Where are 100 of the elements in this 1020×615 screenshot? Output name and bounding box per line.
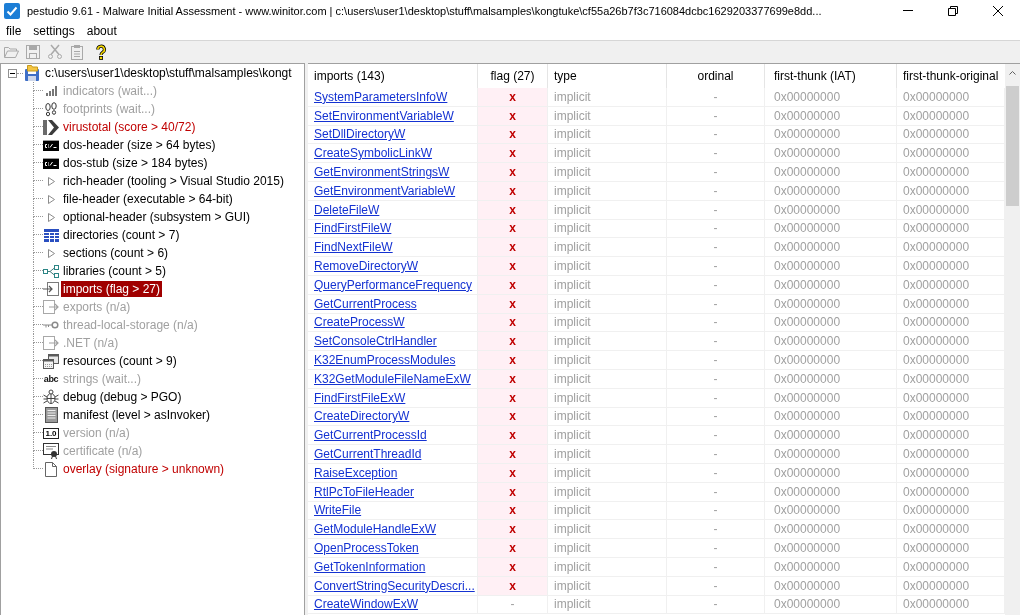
table-cell: - [667,294,765,314]
table-cell: 0x00000000 [765,482,897,502]
table-cell: implicit [548,369,667,389]
flag-cell: x [478,238,548,258]
table-cell: implicit [548,445,667,464]
table-cell: - [667,539,765,558]
function-link[interactable]: OpenProcessToken [314,541,419,555]
function-link[interactable]: GetTokenInformation [314,559,426,574]
function-link[interactable]: SystemParametersInfoW [314,89,448,104]
function-link[interactable]: WriteFile [314,503,362,518]
function-link[interactable]: GetModuleHandleExW [314,522,437,537]
menu-item[interactable]: about [80,22,123,39]
menu-item[interactable]: file [0,22,28,39]
flag-cell: x [478,163,548,182]
function-link[interactable]: K32EnumProcessModules [314,353,456,368]
chevron-up-icon [1009,70,1016,75]
document-icon [44,407,58,423]
app-icon [4,2,20,19]
table-cell: 0x00000000 [765,106,897,126]
function-link[interactable]: SetDllDirectoryW [314,127,406,142]
table-cell: 0x00000000 [765,294,897,314]
table-cell: 0x00000000 [765,163,897,182]
table-cell: - [667,332,765,352]
tree-item[interactable]: virustotal (score > 40/72) [61,119,198,135]
table-cell: - [667,445,765,464]
function-link[interactable]: FindFirstFileW [314,221,392,236]
table-cell: implicit [548,332,667,352]
tree-item[interactable]: sections (count > 6) [61,245,171,261]
tree-item[interactable]: c:\users\user1\desktop\stuff\malsamples\kongt [43,65,294,81]
tree-item[interactable]: rich-header (tooling > Visual Studio 2015) [61,173,286,189]
table-cell: - [667,182,765,201]
table-cell: - [667,369,765,389]
table-cell: - [667,557,765,577]
function-link[interactable]: QueryPerformanceFrequency [314,277,473,292]
function-link[interactable]: FindNextFileW [314,240,393,255]
function-link[interactable]: GetEnvironmentStringsW [314,165,450,180]
table-cell: 0x00000000 [765,219,897,239]
triangle-icon [47,248,55,258]
function-link[interactable]: CreateWindowExW [314,597,419,612]
expander-toggle[interactable] [8,68,17,78]
function-link[interactable]: K32GetModuleFileNameExW [314,371,471,386]
table-cell: implicit [548,501,667,521]
tree-item[interactable]: file-header (executable > 64-bit) [61,191,235,207]
function-link[interactable]: GetCurrentProcessId [314,428,427,443]
table-cell: - [667,501,765,521]
tree-item[interactable]: directories (count > 7) [61,227,182,243]
column-header[interactable]: type [548,64,667,88]
table-cell: implicit [548,539,667,558]
scrollbar-thumb[interactable] [1006,86,1019,206]
function-link[interactable]: FindFirstFileExW [314,390,406,405]
table-cell: - [667,351,765,370]
tree-item[interactable]: debug (debug > PGO) [61,389,184,405]
table-cell: - [667,88,765,107]
help-icon[interactable] [93,44,109,60]
table-cell: - [667,200,765,220]
function-link[interactable]: CreateDirectoryW [314,409,410,424]
function-link[interactable]: RaiseException [314,465,398,480]
function-link[interactable]: ConvertStringSecurityDescri... [314,578,475,593]
function-link[interactable]: DeleteFileW [314,202,380,217]
table-cell: - [667,144,765,164]
table-cell: 0x00000000 [765,238,897,258]
function-link[interactable]: CreateSymbolicLinkW [314,146,433,161]
tree-item[interactable]: optional-header (subsystem > GUI) [61,209,253,225]
table-cell: implicit [548,200,667,220]
table-cell: 0x00000000 [765,332,897,352]
tree-item[interactable]: resources (count > 9) [61,353,179,369]
function-link[interactable]: GetCurrentThreadId [314,447,422,462]
function-link[interactable]: GetCurrentProcess [314,296,417,311]
table-cell: 0x00000000 [765,275,897,295]
certificate-icon [43,443,59,459]
table-cell: implicit [548,294,667,314]
table-cell: - [667,463,765,483]
table-cell: - [667,595,765,615]
function-link[interactable]: SetEnvironmentVariableW [314,108,454,123]
menu-item[interactable]: settings [27,22,81,39]
flag-cell: x [478,539,548,558]
table-cell: 0x00000000 [765,351,897,370]
column-header[interactable]: first-thunk-original [897,64,1005,88]
function-link[interactable]: CreateProcessW [314,315,405,330]
tree-item[interactable]: libraries (count > 5) [61,263,169,279]
function-link[interactable]: RtlPcToFileHeader [314,484,415,499]
flag-cell: x [478,332,548,352]
column-header[interactable]: ordinal [667,64,765,88]
column-header[interactable]: imports (143) [308,64,478,88]
tree-item[interactable]: overlay (signature > unknown) [61,461,227,477]
vertical-scrollbar[interactable] [1005,64,1020,615]
column-header[interactable]: first-thunk (IAT) [765,64,897,88]
table-cell: 0x00000000 [765,88,897,107]
function-link[interactable]: SetConsoleCtrlHandler [314,334,437,349]
letters-icon: abc [43,374,59,384]
tree-item[interactable]: dos-stub (size > 184 bytes) [61,155,210,171]
function-link[interactable]: RemoveDirectoryW [314,259,418,274]
flag-cell: x [478,445,548,464]
table-cell: 0x00000000 [765,182,897,201]
table-cell: 0x00000000 [765,539,897,558]
table-cell: implicit [548,388,667,408]
function-link[interactable]: GetEnvironmentVariableW [314,183,456,198]
tree-item[interactable]: dos-header (size > 64 bytes) [61,137,218,153]
tree-item[interactable]: manifest (level > asInvoker) [61,407,213,423]
tree-item[interactable]: imports (flag > 27) [61,281,163,297]
